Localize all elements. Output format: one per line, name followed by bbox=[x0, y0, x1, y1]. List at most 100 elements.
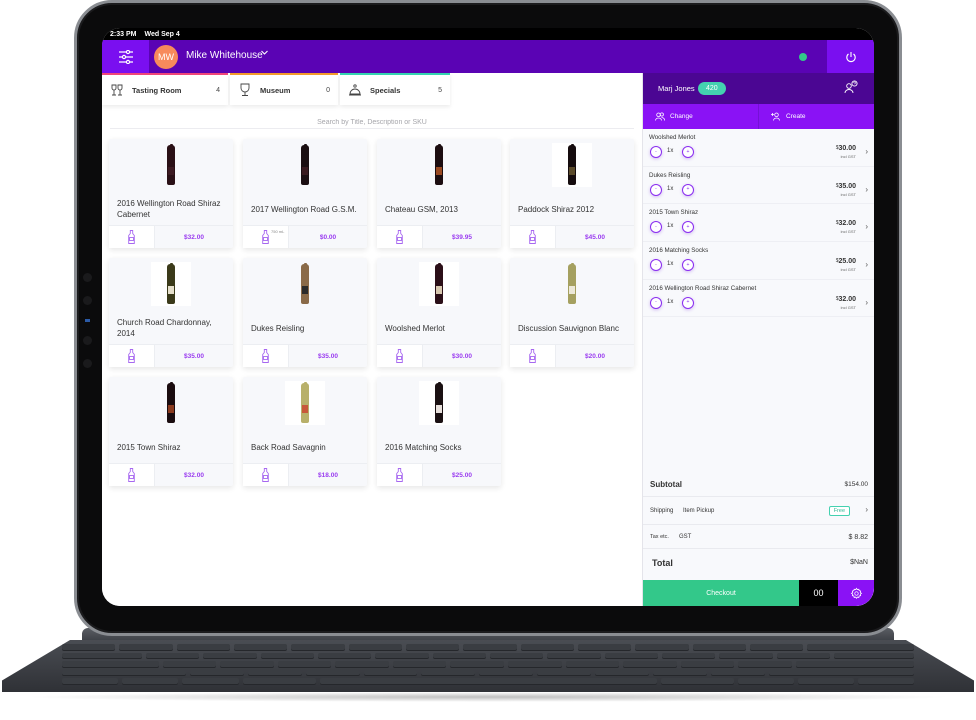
product-price: $25.00 bbox=[452, 471, 472, 479]
loyalty-points-badge: 420 bbox=[698, 82, 726, 95]
chevron-right-icon[interactable]: › bbox=[865, 260, 868, 269]
bottle-size-icon bbox=[109, 226, 155, 248]
cart-item-tax-note: incl GST bbox=[840, 229, 856, 235]
user-avatar[interactable]: MW bbox=[154, 45, 178, 69]
cart-item-qty: 1x bbox=[667, 185, 674, 192]
user-name[interactable]: Mike Whitehouse bbox=[186, 50, 263, 61]
wine-glass-icon bbox=[238, 83, 252, 97]
settings-button[interactable] bbox=[838, 580, 874, 606]
tab-specials[interactable]: Specials 5 bbox=[340, 73, 450, 105]
increase-qty-button[interactable]: + bbox=[682, 183, 694, 196]
product-image bbox=[510, 143, 634, 187]
product-panel: Tasting Room 4 Museum 0 Specials 5 Searc… bbox=[102, 73, 642, 606]
decrease-qty-button[interactable]: - bbox=[650, 259, 662, 272]
bottle-size-icon bbox=[377, 345, 423, 367]
product-image bbox=[109, 381, 233, 425]
cart-item-price: $30.00 bbox=[836, 145, 856, 152]
change-customer-button[interactable]: Change bbox=[643, 104, 758, 129]
cart-item-amount: 35.00 bbox=[838, 182, 856, 190]
bottle-size-icon bbox=[109, 345, 155, 367]
product-card[interactable]: Woolshed Merlot $30.00 bbox=[377, 258, 501, 367]
customer-name[interactable]: Marj Jones bbox=[658, 84, 695, 93]
tab-museum[interactable]: Museum 0 bbox=[230, 73, 338, 105]
cart-item[interactable]: 2016 Wellington Road Shiraz Cabernet -1x +… bbox=[643, 279, 874, 318]
bottle-size-icon bbox=[510, 345, 556, 367]
decrease-qty-button[interactable]: - bbox=[650, 146, 662, 158]
cart-item[interactable]: Woolshed Merlot -1x + $30.00 incl GST › bbox=[643, 129, 874, 167]
product-card[interactable]: Back Road Savagnin $18.00 bbox=[243, 377, 367, 486]
bottle-size-icon bbox=[243, 345, 289, 367]
tax-label: Tax etc. bbox=[650, 534, 669, 540]
screen: 2:33 PM Wed Sep 4 ···· 100% MW Mike Whit… bbox=[102, 28, 874, 606]
cart-item-name: 2016 Wellington Road Shiraz Cabernet bbox=[649, 284, 757, 292]
wine-bottle-icon bbox=[167, 382, 175, 423]
decrease-qty-button[interactable]: - bbox=[650, 221, 662, 234]
product-footer: $32.00 bbox=[109, 225, 233, 248]
product-footer: $18.00 bbox=[243, 463, 367, 486]
sliders-icon bbox=[118, 49, 133, 64]
cart-item-price: $32.00 bbox=[836, 296, 856, 303]
product-footer: $32.00 bbox=[109, 463, 233, 486]
power-button[interactable] bbox=[827, 40, 874, 73]
increase-qty-button[interactable]: + bbox=[682, 259, 694, 272]
service-bell-icon bbox=[348, 83, 362, 97]
product-price: $18.00 bbox=[318, 471, 338, 479]
cart-item-amount: 30.00 bbox=[838, 145, 856, 152]
product-card[interactable]: Dukes Reisling $35.00 bbox=[243, 258, 367, 367]
product-card[interactable]: Discussion Sauvignon Blanc $20.00 bbox=[510, 258, 634, 367]
product-title: Paddock Shiraz 2012 bbox=[518, 204, 595, 214]
wine-bottle-icon bbox=[435, 382, 443, 423]
cart-item[interactable]: 2016 Matching Socks -1x + $25.00 incl GST › bbox=[643, 242, 874, 280]
product-title: 2016 Wellington Road Shiraz Cabernet bbox=[117, 199, 221, 219]
decrease-qty-button[interactable]: - bbox=[650, 183, 662, 196]
cart-item[interactable]: 2015 Town Shiraz -1x + $32.00 incl GST › bbox=[643, 204, 874, 243]
product-card[interactable]: Chateau GSM, 2013 $39.95 bbox=[377, 139, 501, 248]
product-card[interactable]: 2016 Wellington Road Shiraz Cabernet $32.… bbox=[109, 139, 233, 248]
product-title: 2016 Matching Socks bbox=[385, 442, 462, 452]
search-bar bbox=[110, 111, 634, 131]
product-image bbox=[510, 262, 634, 306]
product-price: $32.00 bbox=[184, 233, 204, 241]
chevron-down-icon[interactable] bbox=[260, 48, 269, 60]
product-title: Chateau GSM, 2013 bbox=[385, 204, 458, 214]
product-price: $45.00 bbox=[585, 233, 605, 241]
chevron-right-icon[interactable]: › bbox=[865, 222, 868, 231]
change-label: Change bbox=[670, 113, 693, 120]
wine-bottle-icon bbox=[301, 382, 309, 423]
product-footer: 750 mL $0.00 bbox=[243, 225, 367, 248]
tab-count: 4 bbox=[216, 86, 220, 94]
create-customer-button[interactable]: Create bbox=[758, 104, 874, 129]
user-question-icon[interactable] bbox=[844, 80, 858, 99]
product-title: 2015 Town Shiraz bbox=[117, 442, 181, 452]
category-tabs: Tasting Room 4 Museum 0 Specials 5 bbox=[102, 73, 642, 105]
keyboard-keys bbox=[61, 644, 915, 684]
cart-item[interactable]: Dukes Reisling -1x + $35.00 incl GST › bbox=[643, 166, 874, 205]
search-input[interactable] bbox=[110, 114, 634, 131]
online-status-indicator bbox=[799, 53, 807, 61]
increase-qty-button[interactable]: + bbox=[682, 146, 694, 158]
cart-item-qty: 1x bbox=[667, 298, 674, 305]
increase-qty-button[interactable]: + bbox=[682, 221, 694, 234]
cart-item-name: 2016 Matching Socks bbox=[649, 247, 709, 255]
product-title: Discussion Sauvignon Blanc bbox=[518, 323, 619, 333]
chevron-right-icon[interactable]: › bbox=[865, 505, 868, 514]
decrease-qty-button[interactable]: - bbox=[650, 296, 662, 309]
shipping-row[interactable]: Shipping Item Pickup Free › bbox=[643, 497, 874, 525]
tab-count: 5 bbox=[438, 86, 442, 94]
product-card[interactable]: 2015 Town Shiraz $32.00 bbox=[109, 377, 233, 486]
chevron-right-icon[interactable]: › bbox=[865, 147, 868, 156]
product-card[interactable]: Church Road Chardonnay, 2014 $35.00 bbox=[109, 258, 233, 367]
tab-tasting-room[interactable]: Tasting Room 4 bbox=[102, 73, 228, 105]
product-card[interactable]: 2017 Wellington Road G.S.M. 750 mL $0.00 bbox=[243, 139, 367, 248]
cash-drawer-button[interactable]: 00 bbox=[799, 580, 838, 606]
filter-menu-button[interactable] bbox=[102, 40, 149, 73]
product-card[interactable]: 2016 Matching Socks $25.00 bbox=[377, 377, 501, 486]
chevron-right-icon[interactable]: › bbox=[865, 185, 868, 194]
cart-item-qty: 1x bbox=[667, 148, 674, 154]
increase-qty-button[interactable]: + bbox=[682, 296, 694, 309]
wine-bottle-icon bbox=[568, 144, 576, 185]
shipping-label: Shipping bbox=[650, 508, 674, 514]
chevron-right-icon[interactable]: › bbox=[865, 298, 868, 307]
product-card[interactable]: Paddock Shiraz 2012 $45.00 bbox=[510, 139, 634, 248]
checkout-button[interactable]: Checkout bbox=[643, 580, 799, 606]
